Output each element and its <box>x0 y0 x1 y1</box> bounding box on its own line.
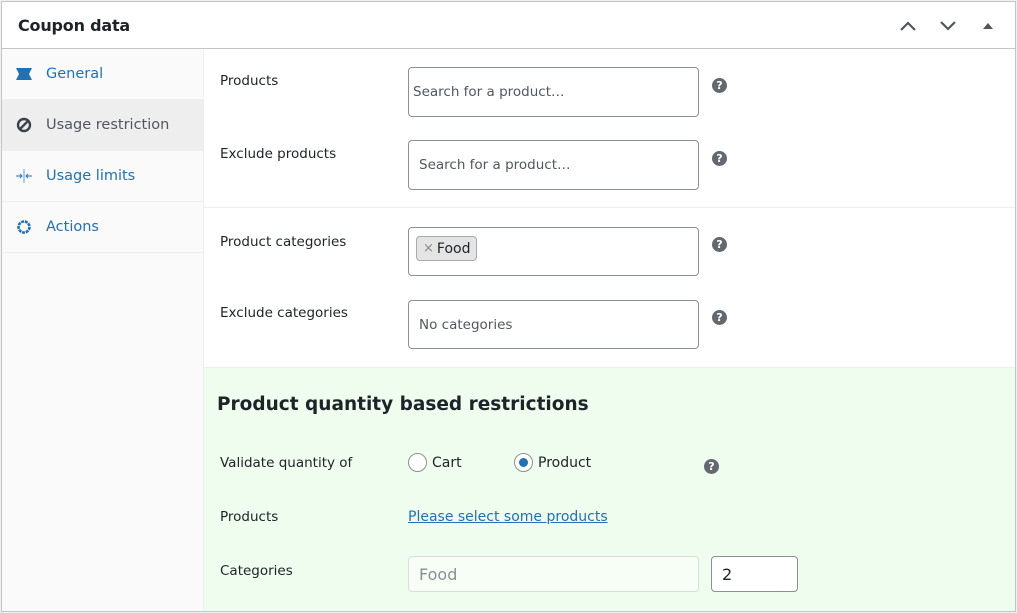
help-icon[interactable]: ? <box>712 151 727 166</box>
section-title: Product quantity based restrictions <box>217 394 589 415</box>
products-field: Products Search for a product… ? <box>204 49 1015 122</box>
panel-title: Coupon data <box>18 15 131 35</box>
tab-label: Actions <box>46 219 99 235</box>
help-icon[interactable]: ? <box>704 459 719 474</box>
tab-label: Usage restriction <box>46 117 170 133</box>
exclude-products-placeholder: Search for a product… <box>419 157 571 173</box>
remove-chip-icon[interactable]: × <box>423 241 434 256</box>
ticket-icon <box>14 64 34 84</box>
chevron-down-icon <box>940 20 956 31</box>
radio-circle[interactable] <box>514 453 533 472</box>
quantity-restrictions-section: Product quantity based restrictions Vali… <box>204 367 1015 611</box>
category-options-group: Product categories × Food ? Exclude cate… <box>204 208 1015 367</box>
coupon-tabs: General Usage restriction Usage limits A… <box>2 49 204 611</box>
limits-icon <box>14 166 34 186</box>
product-categories-field: Product categories × Food ? <box>204 208 1015 281</box>
gear-icon <box>14 217 34 237</box>
help-icon[interactable]: ? <box>712 78 727 93</box>
category-name-field: Food <box>408 556 699 592</box>
tab-usage-limits[interactable]: Usage limits <box>2 151 203 202</box>
radio-selected-dot <box>519 458 528 467</box>
quantity-products-label: Products <box>220 509 279 525</box>
exclude-categories-field: Exclude categories No categories ? <box>204 281 1015 354</box>
select-products-link[interactable]: Please select some products <box>408 509 608 525</box>
exclude-products-label: Exclude products <box>220 146 337 162</box>
usage-restriction-panel: Products Search for a product… ? Exclude… <box>204 49 1015 611</box>
triangle-up-icon <box>983 22 993 29</box>
validate-quantity-label: Validate quantity of <box>220 455 353 471</box>
restricted-icon <box>14 115 34 135</box>
radio-cart[interactable]: Cart <box>408 453 462 472</box>
header-actions <box>891 2 1005 49</box>
move-down-button[interactable] <box>931 9 965 43</box>
products-label: Products <box>220 73 279 89</box>
chip-label: Food <box>436 240 471 257</box>
category-quantity-input[interactable]: 2 <box>711 556 798 592</box>
tab-label: Usage limits <box>46 168 136 184</box>
exclude-products-search-input[interactable]: Search for a product… <box>408 140 699 190</box>
products-search-input[interactable]: Search for a product… <box>408 67 699 117</box>
product-categories-label: Product categories <box>220 234 347 250</box>
product-options-group: Products Search for a product… ? Exclude… <box>204 49 1015 208</box>
tab-general[interactable]: General <box>2 49 203 100</box>
toggle-panel-button[interactable] <box>971 9 1005 43</box>
move-up-button[interactable] <box>891 9 925 43</box>
exclude-categories-placeholder: No categories <box>419 317 513 333</box>
radio-circle[interactable] <box>408 453 427 472</box>
tab-actions[interactable]: Actions <box>2 202 203 253</box>
exclude-categories-select[interactable]: No categories <box>408 300 699 349</box>
products-placeholder: Search for a product… <box>413 84 565 100</box>
quantity-categories-label: Categories <box>220 563 293 579</box>
help-icon[interactable]: ? <box>712 237 727 252</box>
radio-label: Product <box>538 454 592 471</box>
help-icon[interactable]: ? <box>712 310 727 325</box>
chevron-up-icon <box>900 20 916 31</box>
radio-product[interactable]: Product <box>514 453 591 472</box>
tab-label: General <box>46 66 104 82</box>
radio-label: Cart <box>432 454 462 471</box>
panel-header: Coupon data <box>2 2 1015 49</box>
tab-usage-restriction[interactable]: Usage restriction <box>2 100 203 151</box>
exclude-products-field: Exclude products Search for a product… ? <box>204 122 1015 195</box>
exclude-categories-label: Exclude categories <box>220 305 348 321</box>
product-categories-select[interactable]: × Food <box>408 227 699 276</box>
coupon-data-panel: Coupon data General Usage restriction Us… <box>1 1 1016 612</box>
category-chip-food: × Food <box>416 236 478 261</box>
